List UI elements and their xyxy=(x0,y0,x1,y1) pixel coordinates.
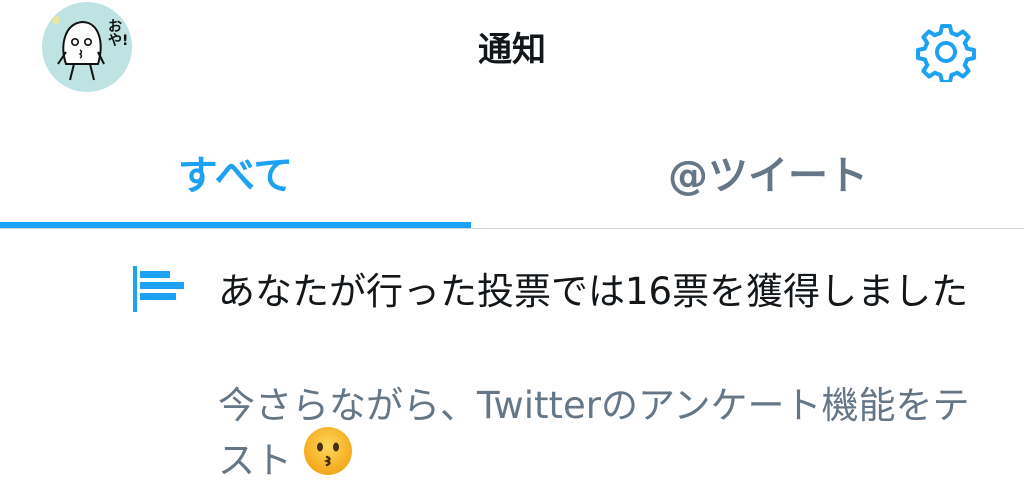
notification-message: あなたが行った投票では16票を獲得しました xyxy=(218,270,969,313)
tab-tweets[interactable]: @ツイート xyxy=(512,120,1024,224)
tab-tweets-label: @ツイート xyxy=(668,153,868,199)
tab-bar: すべて @ツイート xyxy=(0,120,1024,230)
settings-button[interactable] xyxy=(912,18,980,86)
notification-item[interactable]: あなたが行った投票では16票を獲得しました 今さらながら、Twitterのアンケ… xyxy=(0,229,1024,497)
tab-all[interactable]: すべて xyxy=(0,120,471,224)
tweet-preview: 今さらながら、Twitterのアンケート機能をテスト xyxy=(218,379,988,492)
tab-all-label: すべて xyxy=(177,153,294,199)
header: おや! 通知 xyxy=(0,0,1024,100)
kissing-face-emoji-icon xyxy=(302,425,354,492)
poll-icon xyxy=(133,266,184,312)
page-title: 通知 xyxy=(478,30,546,70)
gear-icon xyxy=(916,24,976,82)
notifications-screen: おや! 通知 すべて @ツイート あなたが行った投票では16票を獲得しました 今… xyxy=(0,0,1024,497)
